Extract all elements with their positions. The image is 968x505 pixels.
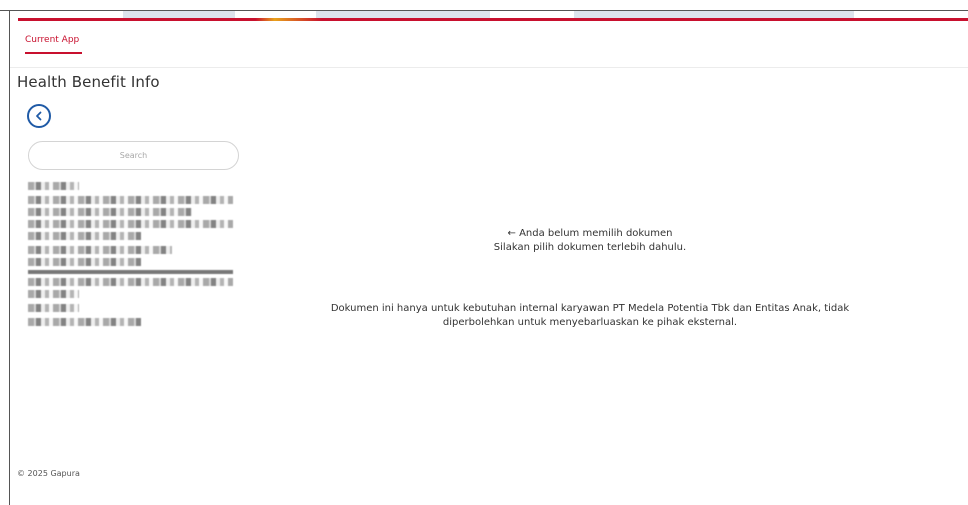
redacted-text xyxy=(28,318,141,326)
notice-line: Dokumen ini hanya untuk kebutuhan intern… xyxy=(330,303,850,314)
document-item[interactable] xyxy=(28,196,233,240)
empty-state-message: ← Anda belum memilih dokumen Silakan pil… xyxy=(300,227,880,255)
search-box xyxy=(28,141,239,170)
active-tab-indicator xyxy=(25,52,82,54)
window-frame-top xyxy=(0,0,968,11)
redacted-text xyxy=(28,246,172,254)
brand-accent-line xyxy=(18,18,968,21)
redacted-text xyxy=(28,196,233,204)
redacted-text xyxy=(28,220,233,228)
empty-state-line: Silakan pilih dokumen terlebih dahulu. xyxy=(493,242,687,253)
document-item[interactable] xyxy=(28,182,233,190)
window-frame-left xyxy=(9,11,10,505)
document-item[interactable] xyxy=(28,304,233,312)
app-tab-bar: Current App xyxy=(10,22,968,68)
document-item[interactable] xyxy=(28,318,233,326)
redacted-text xyxy=(28,232,141,240)
redacted-text xyxy=(28,278,233,286)
search-input[interactable] xyxy=(29,151,238,160)
redacted-text xyxy=(28,270,233,274)
redacted-text xyxy=(28,258,141,266)
document-list xyxy=(28,178,233,332)
document-item[interactable] xyxy=(28,246,233,298)
redacted-text xyxy=(28,290,80,298)
confidentiality-notice: Dokumen ini hanya untuk kebutuhan intern… xyxy=(300,302,880,330)
chevron-left-icon xyxy=(36,111,42,121)
tab-current-app[interactable]: Current App xyxy=(25,35,79,45)
redacted-text xyxy=(28,304,80,312)
empty-state-line: ← Anda belum memilih dokumen xyxy=(507,228,673,239)
redacted-text xyxy=(28,208,192,216)
back-button[interactable] xyxy=(27,104,51,128)
notice-line: diperbolehkan untuk menyebarluaskan ke p… xyxy=(442,317,738,328)
footer-copyright: © 2025 Gapura xyxy=(17,469,80,478)
page-title: Health Benefit Info xyxy=(17,73,160,91)
redacted-text xyxy=(28,182,80,190)
